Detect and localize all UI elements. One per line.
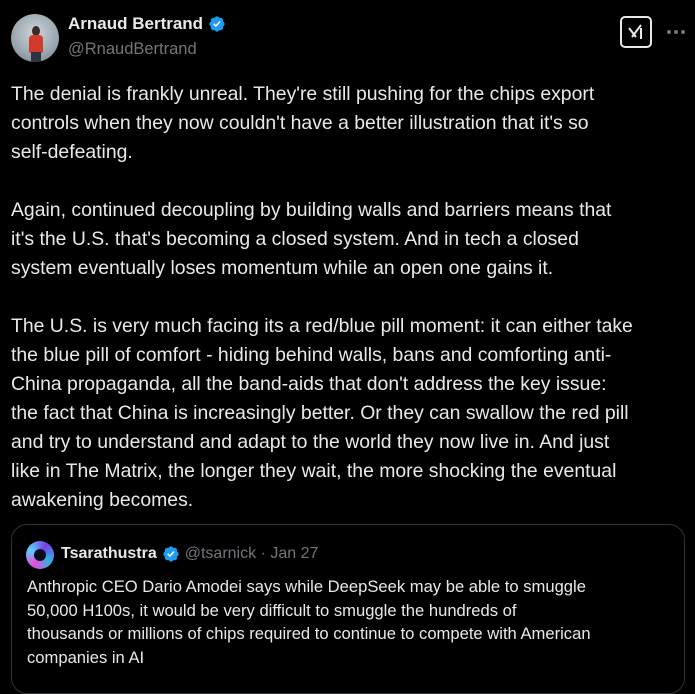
tweet-paragraph: The denial is frankly unreal. They're st… bbox=[11, 83, 595, 163]
grok-button[interactable] bbox=[620, 16, 652, 48]
avatar-figure-body bbox=[29, 35, 43, 53]
quoted-author-meta[interactable]: @tsarnick · Jan 27 bbox=[185, 545, 319, 563]
avatar-figure-legs bbox=[31, 52, 41, 62]
quoted-author-avatar[interactable] bbox=[26, 541, 54, 569]
tweet-paragraph: The U.S. is very much facing its a red/b… bbox=[11, 315, 633, 511]
tweet-paragraph: Again, continued decoupling by building … bbox=[11, 199, 612, 279]
author-display-name[interactable]: Arnaud Bertrand bbox=[68, 14, 203, 34]
author-avatar[interactable] bbox=[11, 14, 59, 62]
author-name-row: Arnaud Bertrand bbox=[68, 14, 226, 34]
more-options-icon bbox=[667, 30, 685, 34]
quoted-tweet-text: Anthropic CEO Dario Amodei says while De… bbox=[27, 577, 591, 667]
verified-badge-icon bbox=[209, 16, 225, 32]
quoted-tweet[interactable]: Tsarathustra @tsarnick · Jan 27 Anthropi… bbox=[11, 524, 685, 694]
author-handle[interactable]: @RnaudBertrand bbox=[68, 40, 197, 59]
grok-icon bbox=[628, 24, 642, 39]
quoted-author-name[interactable]: Tsarathustra bbox=[61, 545, 157, 563]
tweet-body: The denial is frankly unreal. They're st… bbox=[11, 80, 691, 515]
more-options-button[interactable] bbox=[664, 22, 688, 42]
quoted-author-row: Tsarathustra @tsarnick · Jan 27 bbox=[61, 545, 318, 563]
verified-badge-icon bbox=[163, 546, 179, 562]
